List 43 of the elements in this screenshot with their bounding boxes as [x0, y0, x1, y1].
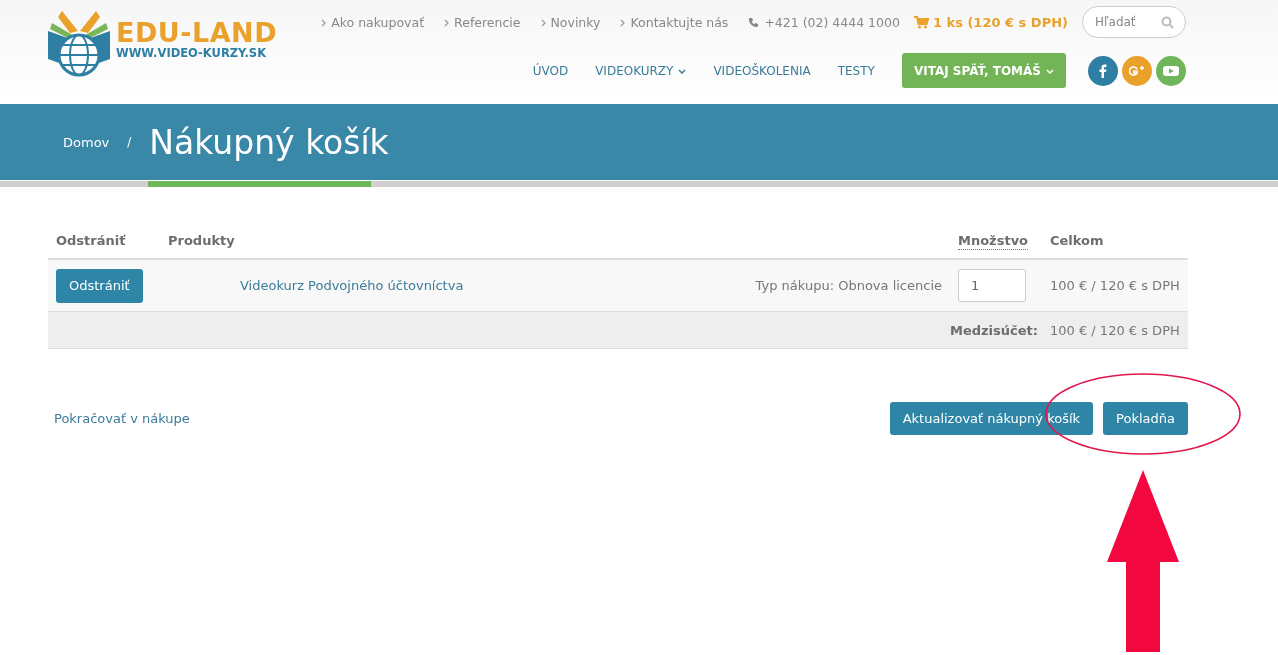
- purchase-type: Typ nákupu: Obnova licencie: [638, 259, 950, 312]
- phone-number: +421 (02) 4444 1000: [748, 14, 900, 30]
- subtotal-label: Medzisúčet:: [48, 311, 1042, 349]
- google-plus-button[interactable]: [1122, 55, 1152, 86]
- caret-icon: [678, 68, 687, 74]
- book-globe-icon: [48, 9, 110, 79]
- cart-icon: [913, 15, 929, 29]
- play-icon: [1163, 64, 1179, 77]
- row-total: 100 € / 120 € s DPH: [1042, 259, 1188, 312]
- search-icon: [1161, 16, 1174, 29]
- search-field[interactable]: Hľadať: [1082, 6, 1186, 38]
- youtube-button[interactable]: [1156, 55, 1186, 86]
- checkout-button[interactable]: Pokladňa: [1103, 402, 1188, 435]
- top-link[interactable]: Ako nakupovať: [321, 14, 425, 30]
- chevron-icon: [321, 18, 327, 27]
- top-link[interactable]: Novinky: [540, 14, 601, 30]
- caret-icon: [1046, 68, 1054, 74]
- logo-title: EDU-LAND: [116, 19, 278, 47]
- nav-link[interactable]: ÚVOD: [532, 63, 569, 78]
- update-cart-button[interactable]: Aktualizovať nákupný košík: [889, 402, 1094, 435]
- chevron-icon: [620, 18, 626, 27]
- facebook-icon: [1099, 63, 1107, 78]
- logo-subtitle: WWW.VIDEO-KURZY.SK: [116, 47, 268, 60]
- column-header: Množstvo: [958, 233, 1029, 250]
- nav-link[interactable]: VIDEOŠKOLENIA: [713, 63, 811, 78]
- remove-button[interactable]: Odstrániť: [56, 268, 143, 303]
- google-plus-icon: [1129, 64, 1145, 77]
- breadcrumb-separator: /: [127, 135, 132, 149]
- subtotal-value: 100 € / 120 € s DPH: [1042, 311, 1188, 349]
- breadcrumb-link[interactable]: Domov: [63, 134, 110, 150]
- nav-link[interactable]: VIDEOKURZY: [595, 63, 687, 78]
- top-link[interactable]: Kontaktujte nás: [620, 14, 729, 30]
- product-link[interactable]: Videokurz Podvojného účtovníctva: [168, 278, 464, 293]
- quantity-field[interactable]: 1: [958, 269, 1026, 302]
- nav-link[interactable]: TESTY: [837, 63, 875, 78]
- continue-shopping-link[interactable]: Pokračovať v nákupe: [54, 411, 190, 426]
- user-menu-button[interactable]: VITAJ SPÄŤ, TOMÁŠ: [901, 53, 1066, 88]
- facebook-button[interactable]: [1088, 55, 1118, 86]
- chevron-icon: [540, 18, 546, 27]
- top-link[interactable]: Referencie: [444, 14, 521, 30]
- page-title: Nákupný košík: [149, 122, 389, 162]
- phone-icon: [748, 16, 760, 28]
- chevron-icon: [444, 18, 450, 27]
